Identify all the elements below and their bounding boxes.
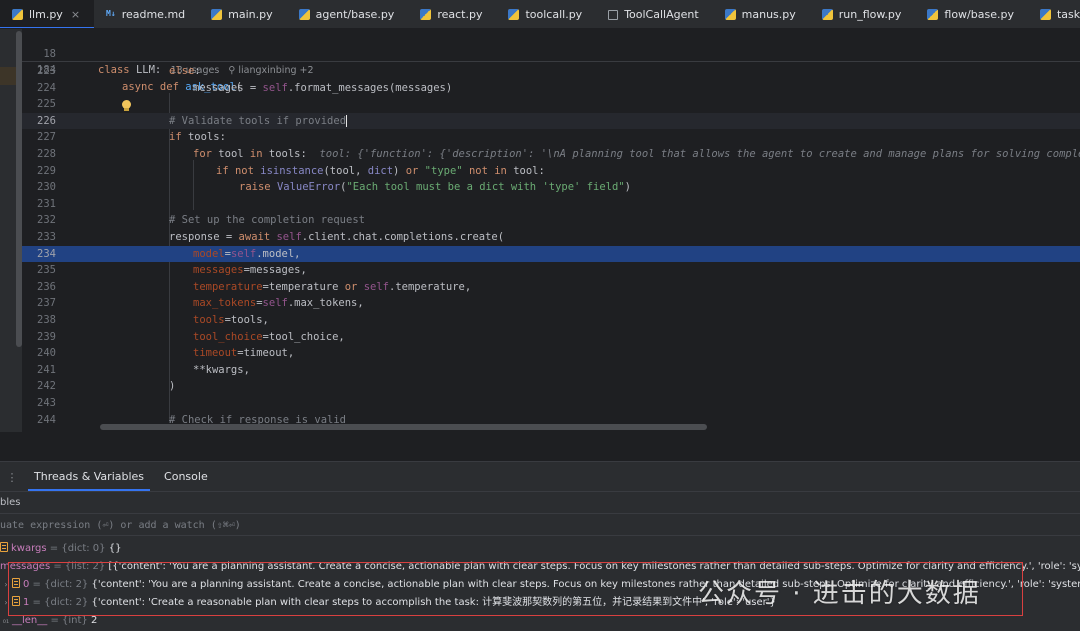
more-options-icon[interactable]: ⋮ xyxy=(0,471,24,484)
code-line-223[interactable]: 223 else: xyxy=(22,63,1080,80)
debug-tabs: ⋮ Threads & Variables Console xyxy=(0,463,1080,491)
sticky-line[interactable]: 184 async def ask_tool( xyxy=(22,46,1080,93)
editor-gutter-strip xyxy=(0,29,22,432)
python-file-icon xyxy=(927,9,939,20)
tab-flow-base-py[interactable]: flow/base.py xyxy=(915,0,1028,28)
code-line-236[interactable]: 236 temperature=temperature or self.tempe… xyxy=(22,279,1080,296)
code-line-224[interactable]: 224 messages = self.format_messages(messa… xyxy=(22,80,1080,97)
tab-readme-md[interactable]: M↓ readme.md xyxy=(94,0,199,28)
dict-variable-icon xyxy=(12,596,20,606)
dict-variable-icon xyxy=(12,578,20,588)
debug-value-hint: tool: {'function': {'description': '\nA … xyxy=(319,148,1080,160)
tab-llm-py[interactable]: llm.py × xyxy=(0,0,95,28)
python-file-icon xyxy=(724,9,736,20)
panel-header-gap xyxy=(0,432,1080,462)
python-file-icon xyxy=(298,9,310,20)
markdown-file-icon: M↓ xyxy=(106,9,116,18)
python-file-icon xyxy=(508,9,520,20)
code-line-226[interactable]: 226 # Validate tools if provided xyxy=(22,112,1080,130)
lightbulb-icon[interactable] xyxy=(122,100,131,112)
variables-section-title: bles xyxy=(0,491,1080,513)
tab-agent-base-py[interactable]: agent/base.py xyxy=(287,0,409,28)
python-file-icon xyxy=(821,9,833,20)
tab-toolcall-py[interactable]: toolcall.py xyxy=(496,0,596,28)
code-line-229[interactable]: 229 if not isinstance(tool, dict) or "typ… xyxy=(22,163,1080,180)
code-line-241[interactable]: 241 **kwargs, xyxy=(22,362,1080,379)
code-line-232[interactable]: 232 # Set up the completion request xyxy=(22,212,1080,229)
code-line-228[interactable]: 228 for tool in tools: tool: {'function':… xyxy=(22,146,1080,163)
python-file-icon xyxy=(211,9,223,20)
editor-tab-bar: llm.py × M↓ readme.md main.py agent/base.p… xyxy=(0,0,1080,29)
tab-console[interactable]: Console xyxy=(154,463,218,491)
code-line-233[interactable]: 233 response = await self.client.chat.com… xyxy=(22,229,1080,246)
tab-toolcallagent[interactable]: ToolCallAgent xyxy=(596,0,712,28)
evaluate-expression-input[interactable]: uate expression (⏎) or add a watch (⇧⌘⏎) xyxy=(0,513,1080,536)
variable-row-len[interactable]: ₀₁ __len__ = {int} 2 xyxy=(0,612,1080,630)
chevron-right-icon[interactable]: › xyxy=(0,594,12,612)
code-line-237[interactable]: 237 max_tokens=self.max_tokens, xyxy=(22,295,1080,312)
sticky-line[interactable]: 18 class LLM: 13 usages ⚲ liangxinbing +… xyxy=(22,29,1080,77)
dict-variable-icon xyxy=(0,542,8,552)
tab-manus-py[interactable]: manus.py xyxy=(713,0,810,28)
code-line-242[interactable]: 242) xyxy=(22,378,1080,395)
gutter-selection-marker xyxy=(0,67,16,85)
code-line-231[interactable]: 231 xyxy=(22,196,1080,213)
tab-main-py[interactable]: main.py xyxy=(199,0,286,28)
code-line-227[interactable]: 227 if tools: xyxy=(22,129,1080,146)
variable-row-kwargs[interactable]: kwargs = {dict: 0} {} xyxy=(0,540,1080,558)
code-line-239[interactable]: 239 tool_choice=tool_choice, xyxy=(22,329,1080,346)
code-line-234-execution-point[interactable]: 234 model=self.model, xyxy=(22,245,1080,263)
code-editor[interactable]: 18 class LLM: 13 usages ⚲ liangxinbing +… xyxy=(0,29,1080,432)
tab-threads-variables[interactable]: Threads & Variables xyxy=(24,463,154,491)
code-line-235[interactable]: 235 messages=messages, xyxy=(22,262,1080,279)
python-file-icon xyxy=(12,9,23,20)
horizontal-scrollbar[interactable] xyxy=(100,424,707,430)
code-line-230[interactable]: 230 raise ValueError("Each tool must be a… xyxy=(22,179,1080,196)
class-structure-icon xyxy=(608,9,619,20)
python-file-icon xyxy=(420,9,432,20)
tab-run-flow-py[interactable]: run_flow.py xyxy=(810,0,916,28)
watermark: 公众号 · 进击的大数据 xyxy=(698,579,981,609)
int-variable-icon: ₀₁ xyxy=(2,616,10,625)
python-file-icon xyxy=(1039,9,1051,20)
chevron-right-icon[interactable]: › xyxy=(0,576,12,594)
tab-tasks-py[interactable]: tasks.py xyxy=(1028,0,1080,28)
code-line-240[interactable]: 240 timeout=timeout, xyxy=(22,345,1080,362)
close-icon[interactable]: × xyxy=(71,8,80,21)
tab-react-py[interactable]: react.py xyxy=(408,0,496,28)
code-line-225[interactable]: 225 xyxy=(22,96,1080,113)
code-line-238[interactable]: 238 tools=tools, xyxy=(22,312,1080,329)
code-line-243[interactable]: 243 xyxy=(22,395,1080,412)
